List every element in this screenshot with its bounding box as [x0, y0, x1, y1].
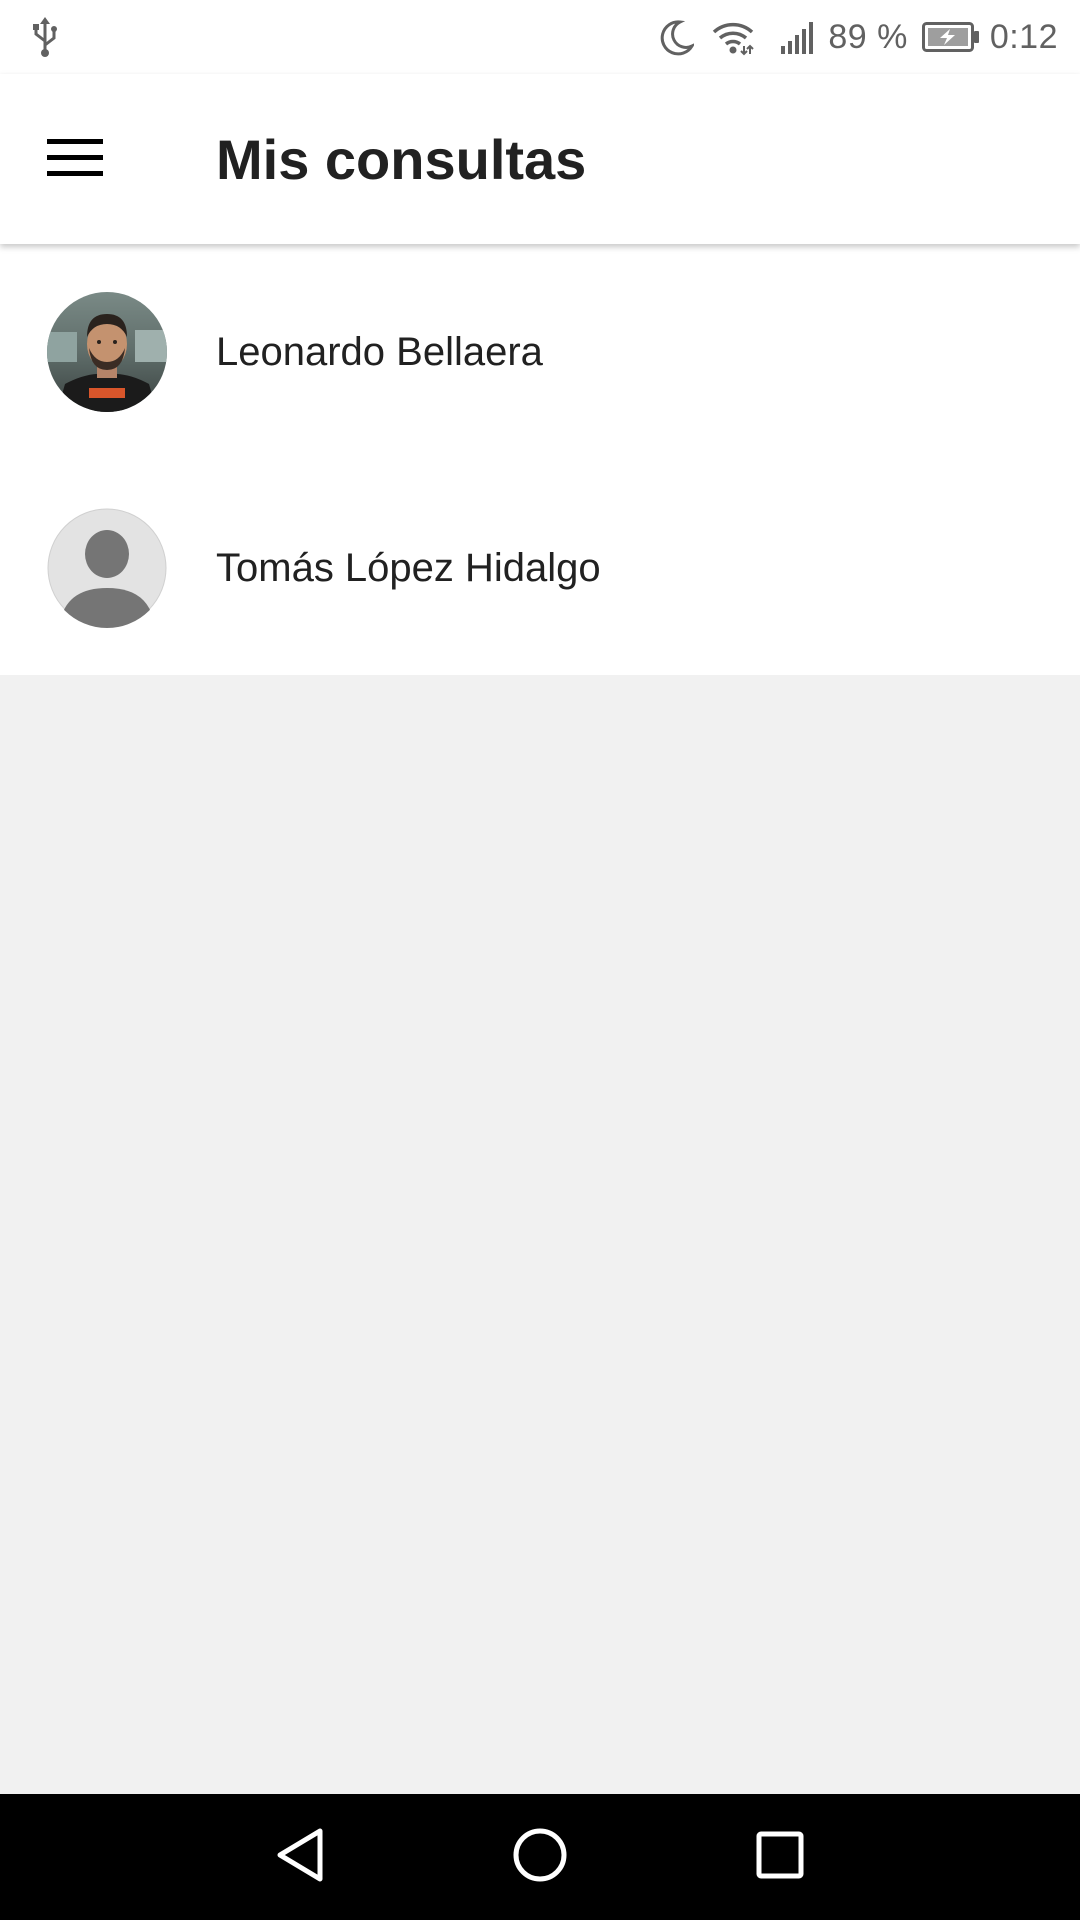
battery-icon [921, 22, 980, 52]
page-title: Mis consultas [216, 127, 587, 191]
list-item[interactable]: Tomás López Hidalgo [0, 460, 1080, 676]
avatar [47, 292, 167, 412]
moon-icon [658, 18, 695, 56]
clock: 0:12 [989, 17, 1058, 56]
contact-list: Leonardo Bellaera Tomás López Hidalgo [0, 244, 1080, 675]
recents-button[interactable] [660, 1794, 900, 1920]
home-button[interactable] [420, 1794, 660, 1920]
hamburger-menu-icon [47, 137, 103, 182]
recents-icon [755, 1830, 805, 1885]
status-bar: 89 % 0:12 [0, 0, 1080, 74]
home-icon [512, 1827, 568, 1888]
menu-button[interactable] [0, 74, 150, 244]
battery-percent: 89 % [828, 17, 908, 56]
signal-icon [780, 20, 818, 54]
app-bar: Mis consultas [0, 74, 1080, 244]
back-icon [274, 1827, 326, 1888]
contact-name: Leonardo Bellaera [216, 329, 543, 374]
contact-name: Tomás López Hidalgo [216, 545, 601, 590]
navigation-bar [0, 1794, 1080, 1920]
wifi-icon [710, 18, 756, 56]
back-button[interactable] [180, 1794, 420, 1920]
list-item[interactable]: Leonardo Bellaera [0, 244, 1080, 460]
avatar [47, 508, 167, 628]
usb-icon [30, 17, 60, 57]
